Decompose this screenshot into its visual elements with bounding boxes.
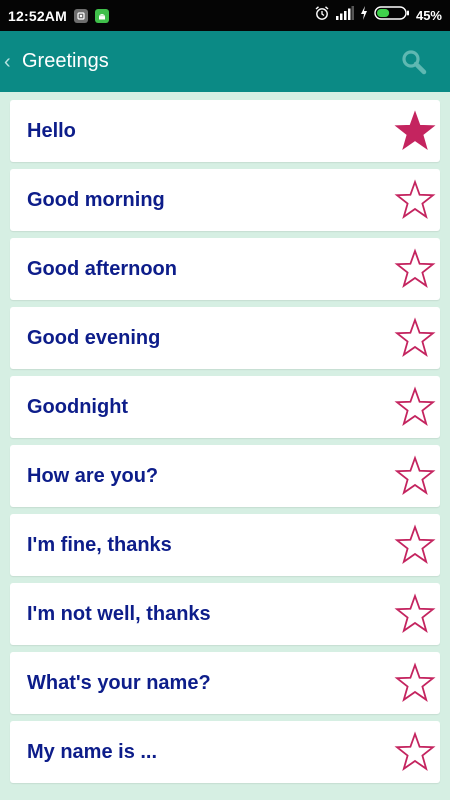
star-outline-icon bbox=[394, 731, 436, 771]
search-icon bbox=[402, 50, 427, 75]
phrase-list[interactable]: Hello Good morning Good afternoon Good e… bbox=[0, 92, 450, 800]
favorite-star-button[interactable] bbox=[394, 110, 436, 152]
favorite-star-button[interactable] bbox=[394, 317, 436, 359]
phrase-row[interactable]: Good morning bbox=[10, 169, 440, 231]
phrase-label: How are you? bbox=[27, 464, 159, 487]
search-button[interactable] bbox=[400, 48, 428, 76]
favorite-star-button[interactable] bbox=[394, 248, 436, 290]
battery-percent: 45% bbox=[415, 8, 442, 23]
charging-icon bbox=[360, 6, 368, 25]
phrase-label: Hello bbox=[27, 119, 76, 142]
star-outline-icon bbox=[394, 662, 436, 702]
phrase-label: Good morning bbox=[27, 188, 165, 211]
status-right: 45% bbox=[314, 5, 442, 26]
phrase-label: I'm fine, thanks bbox=[27, 533, 172, 556]
favorite-star-button[interactable] bbox=[394, 593, 436, 635]
status-left: 12:52AM bbox=[8, 8, 109, 24]
phrase-label: Good evening bbox=[27, 326, 161, 349]
phrase-row[interactable]: Goodnight bbox=[10, 376, 440, 438]
favorite-star-button[interactable] bbox=[394, 455, 436, 497]
phrase-row[interactable]: How are you? bbox=[10, 445, 440, 507]
phrase-label: My name is ... bbox=[27, 740, 158, 763]
phrase-row[interactable]: I'm fine, thanks bbox=[10, 514, 440, 576]
favorite-star-button[interactable] bbox=[394, 386, 436, 428]
status-time: 12:52AM bbox=[8, 7, 67, 24]
phrase-label: I'm not well, thanks bbox=[27, 602, 211, 625]
app-bar: ‹ Greetings bbox=[0, 31, 450, 92]
star-filled-icon bbox=[394, 110, 436, 150]
signal-icon bbox=[335, 6, 354, 25]
back-chevron-icon[interactable]: ‹ bbox=[4, 52, 18, 72]
star-outline-icon bbox=[394, 524, 436, 564]
star-outline-icon bbox=[394, 386, 436, 426]
star-outline-icon bbox=[394, 593, 436, 633]
favorite-star-button[interactable] bbox=[394, 179, 436, 221]
favorite-star-button[interactable] bbox=[394, 662, 436, 704]
star-outline-icon bbox=[394, 317, 436, 357]
phrase-label: Goodnight bbox=[27, 395, 129, 418]
notification-app-icon bbox=[73, 8, 88, 23]
star-outline-icon bbox=[394, 248, 436, 288]
phrase-row[interactable]: My name is ... bbox=[10, 721, 440, 783]
phrase-row[interactable]: What's your name? bbox=[10, 652, 440, 714]
status-bar: 12:52AM 45% bbox=[0, 0, 450, 31]
favorite-star-button[interactable] bbox=[394, 731, 436, 773]
phrase-row[interactable]: Hello bbox=[10, 100, 440, 162]
phrase-label: Good afternoon bbox=[27, 257, 177, 280]
favorite-star-button[interactable] bbox=[394, 524, 436, 566]
phrase-row[interactable]: Good afternoon bbox=[10, 238, 440, 300]
phrase-row[interactable]: I'm not well, thanks bbox=[10, 583, 440, 645]
battery-icon bbox=[374, 5, 410, 26]
phrase-row[interactable]: Good evening bbox=[10, 307, 440, 369]
star-outline-icon bbox=[394, 179, 436, 219]
phrase-label: What's your name? bbox=[27, 671, 211, 694]
alarm-icon bbox=[314, 5, 330, 26]
page-title: Greetings bbox=[22, 50, 109, 72]
star-outline-icon bbox=[394, 455, 436, 495]
notification-android-icon bbox=[94, 8, 109, 23]
